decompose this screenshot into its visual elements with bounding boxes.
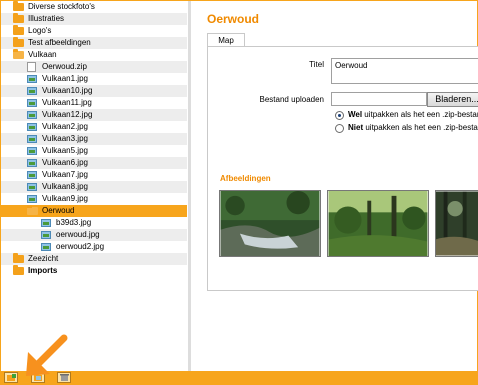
folder-icon — [13, 265, 24, 275]
image-file-icon — [41, 243, 51, 251]
tree-item-label: Vulkaan9.jpg — [42, 194, 88, 203]
titel-field[interactable]: Oerwoud — [331, 58, 478, 84]
tree-item[interactable]: Vulkaan3.jpg — [1, 133, 187, 145]
image-file-icon — [27, 99, 37, 107]
thumbnail-image[interactable] — [327, 190, 429, 257]
radio-niet-label: Niet uitpakken als het een .zip-bestan — [348, 123, 478, 132]
tree-item-label: Vulkaan11.jpg — [42, 98, 92, 107]
radio-niet-text: uitpakken als het een .zip-bestan — [363, 123, 478, 132]
upload-field[interactable] — [331, 92, 427, 106]
image-file-icon — [41, 219, 51, 227]
tree-item[interactable]: b39d3.jpg — [1, 217, 187, 229]
tree-item[interactable]: Imports — [1, 265, 187, 277]
tree-item-label: Logo's — [28, 26, 52, 35]
folder-icon — [13, 253, 24, 263]
folder-icon — [13, 13, 24, 23]
tree-item-label: Vulkaan3.jpg — [42, 134, 88, 143]
tree-item-label: Imports — [28, 266, 58, 275]
add-folder-icon — [7, 374, 16, 381]
tree-item[interactable]: Vulkaan12.jpg — [1, 109, 187, 121]
tree-item[interactable]: Test afbeeldingen — [1, 37, 187, 49]
tree-item-label: Test afbeeldingen — [28, 38, 91, 47]
tree-item-label: Vulkaan1.jpg — [42, 74, 88, 83]
tree-item-label: Diverse stockfoto's — [28, 2, 95, 11]
tree-item-label: Vulkaan5.jpg — [42, 146, 88, 155]
image-file-icon — [27, 87, 37, 95]
radio-niet-uitpakken[interactable] — [335, 124, 344, 133]
tree-item-label: Vulkaan — [28, 50, 57, 59]
image-file-icon — [27, 195, 37, 203]
tree-item[interactable]: Vulkaan10.jpg — [1, 85, 187, 97]
image-file-icon — [27, 123, 37, 131]
tree-item-label: Vulkaan8.jpg — [42, 182, 88, 191]
add-folder-button[interactable] — [4, 372, 18, 383]
tree-item-label: Zeezicht — [28, 254, 59, 263]
tree-item-label: Illustraties — [28, 14, 65, 23]
image-file-icon — [27, 147, 37, 155]
bottom-toolbar — [1, 371, 477, 384]
tree-item[interactable]: Oerwoud.zip — [1, 61, 187, 73]
tree-item[interactable]: Oerwoud — [1, 205, 187, 217]
tree-item[interactable]: Zeezicht — [1, 253, 187, 265]
thumbnail-image[interactable] — [435, 190, 478, 257]
tree-item[interactable]: Vulkaan9.jpg — [1, 193, 187, 205]
tree-item-label: Oerwoud.zip — [42, 62, 87, 71]
image-file-icon — [27, 75, 37, 83]
tree-item-label: Vulkaan2.jpg — [42, 122, 88, 131]
tab-map[interactable]: Map — [207, 33, 245, 47]
image-file-icon — [27, 159, 37, 167]
tree-scrollbar[interactable] — [188, 1, 191, 371]
tree-item[interactable]: Diverse stockfoto's — [1, 1, 187, 13]
image-file-icon — [41, 231, 51, 239]
tree-item[interactable]: Logo's — [1, 25, 187, 37]
tree-item-label: oerwoud.jpg — [56, 230, 100, 239]
upload-label: Bestand uploaden — [259, 95, 325, 104]
radio-wel-strong: Wel — [348, 110, 363, 119]
radio-wel-text: uitpakken als het een .zip-bestan — [362, 110, 478, 119]
titel-label: Titel — [309, 60, 324, 69]
thumbnail-image[interactable] — [219, 190, 321, 257]
tree-item[interactable]: Vulkaan11.jpg — [1, 97, 187, 109]
folder-open-icon — [13, 49, 24, 59]
tree-item-label: Vulkaan7.jpg — [42, 170, 88, 179]
folder-icon — [13, 37, 24, 47]
tree-item[interactable]: Illustraties — [1, 13, 187, 25]
tree-item[interactable]: Vulkaan1.jpg — [1, 73, 187, 85]
tree-item[interactable]: Vulkaan6.jpg — [1, 157, 187, 169]
folder-icon — [13, 25, 24, 35]
file-icon — [27, 62, 36, 72]
folder-tree[interactable]: Diverse stockfoto's Illustraties Logo's Tes… — [1, 1, 190, 371]
tree-item[interactable]: oerwoud.jpg — [1, 229, 187, 241]
tree-item[interactable]: Vulkaan8.jpg — [1, 181, 187, 193]
tree-item[interactable]: oerwoud2.jpg — [1, 241, 187, 253]
page-title: Oerwoud — [207, 12, 260, 26]
tree-item[interactable]: Vulkaan7.jpg — [1, 169, 187, 181]
image-file-icon — [27, 135, 37, 143]
radio-wel-label: Wel uitpakken als het een .zip-bestan — [348, 110, 478, 119]
pointer-arrow-icon — [26, 334, 68, 376]
folder-icon — [13, 1, 24, 11]
afbeeldingen-heading: Afbeeldingen — [220, 174, 271, 183]
tree-item[interactable]: Vulkaan — [1, 49, 187, 61]
radio-niet-strong: Niet — [348, 123, 364, 132]
tree-item[interactable]: Vulkaan5.jpg — [1, 145, 187, 157]
tree-item-label: b39d3.jpg — [56, 218, 92, 227]
tree-item-label: Vulkaan10.jpg — [42, 86, 93, 95]
tree-item-label: Oerwoud — [42, 206, 75, 215]
image-file-icon — [27, 183, 37, 191]
tree-item-label: Vulkaan12.jpg — [42, 110, 93, 119]
radio-wel-uitpakken[interactable] — [335, 111, 344, 120]
tree-item-label: oerwoud2.jpg — [56, 242, 105, 251]
tree-item-label: Vulkaan6.jpg — [42, 158, 88, 167]
browse-button[interactable]: Bladeren... — [427, 92, 478, 107]
folder-open-icon — [27, 205, 38, 215]
image-file-icon — [27, 111, 37, 119]
image-file-icon — [27, 171, 37, 179]
tree-item[interactable]: Vulkaan2.jpg — [1, 121, 187, 133]
